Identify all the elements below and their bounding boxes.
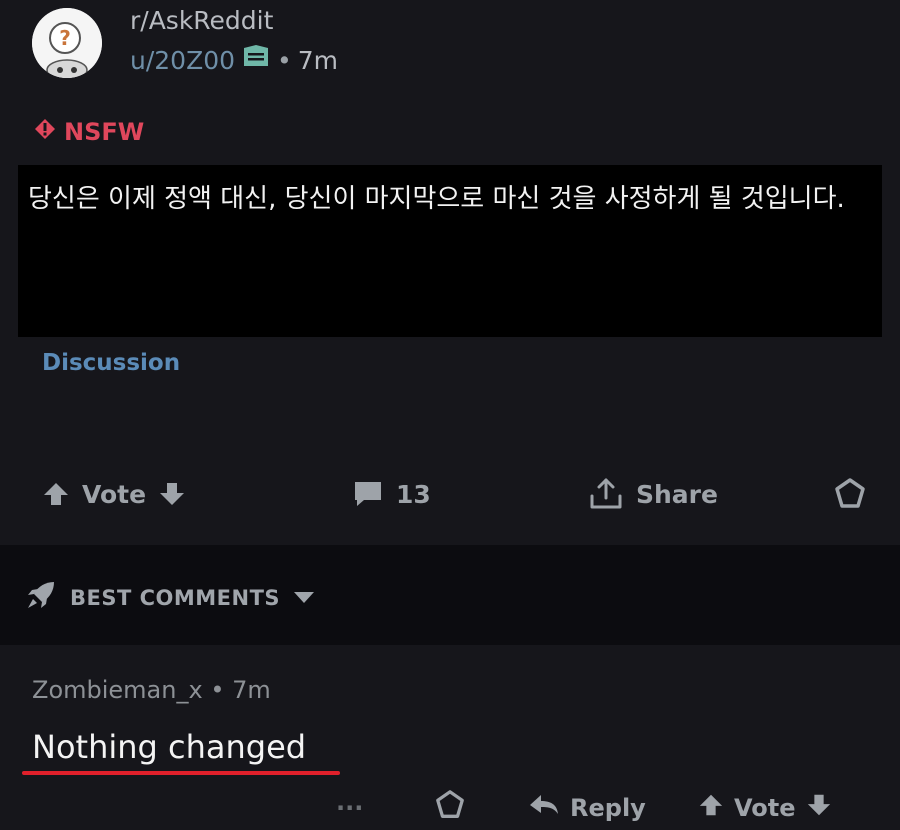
upvote-icon[interactable] [42,480,70,508]
award-button[interactable] [833,470,867,518]
downvote-icon[interactable] [806,792,832,824]
comment-meta-separator: • [210,676,225,704]
reply-button[interactable]: Reply [528,790,646,826]
upvote-icon[interactable] [698,792,724,824]
comment-age: 7m [232,676,271,704]
nsfw-label: NSFW [64,118,145,146]
username-link[interactable]: u/20Z00 [130,46,235,75]
subreddit-link[interactable]: r/AskReddit [130,6,273,35]
comments-button[interactable]: 13 [352,470,431,518]
award-icon [434,789,466,827]
meta-separator: • [277,45,292,75]
share-button[interactable]: Share [588,470,718,518]
more-options-button[interactable]: ··· [336,790,363,826]
award-icon [833,477,867,511]
avatar[interactable]: ? [32,8,102,78]
reply-label: Reply [570,794,646,822]
badge-icon [241,44,271,76]
rocket-icon [24,578,58,617]
nsfw-tag: NSFW [34,118,144,146]
avatar-icon: ? [32,8,102,78]
svg-text:?: ? [59,26,71,50]
reply-icon [528,792,560,824]
comment-text: Nothing changed [32,728,307,766]
nsfw-icon [34,118,56,146]
comments-sort-selector[interactable]: BEST COMMENTS [24,578,316,617]
comment-award-button[interactable] [434,790,466,826]
post-age: 7m [297,45,339,75]
post-body-text: 당신은 이제 정액 대신, 당신이 마지막으로 마신 것을 사정하게 될 것입니… [28,184,845,214]
comment-action-bar: ··· Reply Vote [0,790,900,830]
share-icon [588,476,624,512]
downvote-icon[interactable] [158,480,186,508]
post-flair[interactable]: Discussion [42,350,180,376]
comment-meta: Zombieman_x • 7m [32,676,271,704]
highlight-underline [22,771,340,775]
comment-count: 13 [396,479,431,509]
post-action-bar: Vote 13 Share [0,470,900,520]
comment-vote-label: Vote [734,794,796,822]
comment-icon [352,479,384,509]
comment-vote-control: Vote [698,790,832,826]
vote-label: Vote [82,479,147,509]
post-meta: u/20Z00 • 7m [130,44,338,76]
chevron-down-icon [292,586,316,610]
vote-control: Vote [42,470,186,518]
share-label: Share [636,479,718,509]
comments-sort-label: BEST COMMENTS [70,585,281,610]
comment-author[interactable]: Zombieman_x [32,676,203,704]
